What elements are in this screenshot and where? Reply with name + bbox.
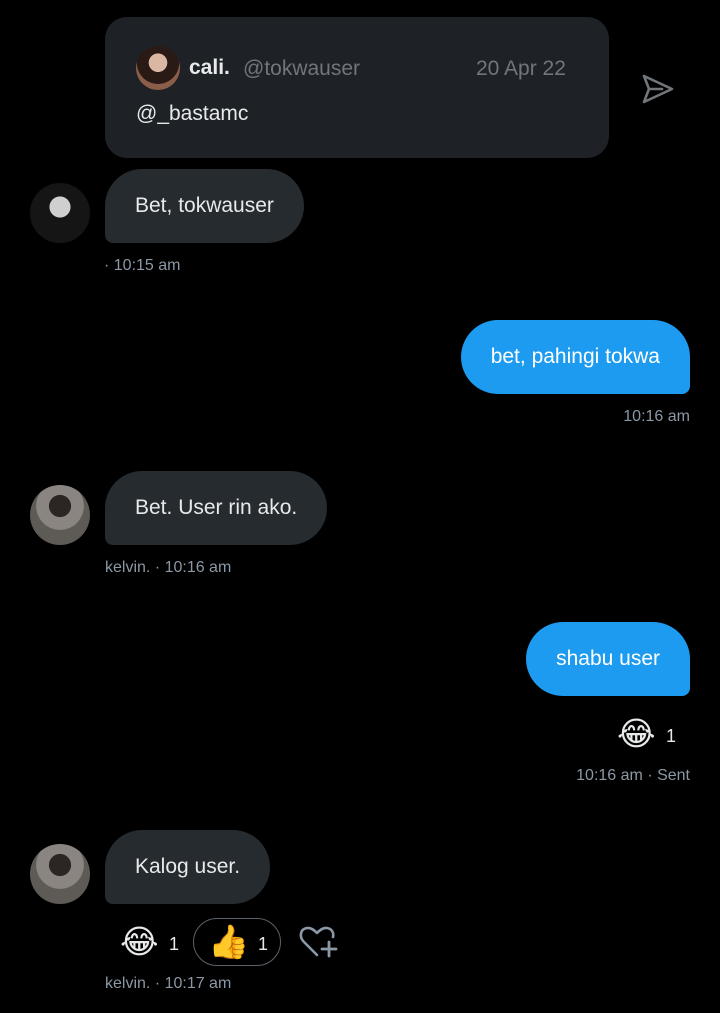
avatar[interactable] bbox=[30, 485, 90, 545]
quoted-author-handle: @tokwauser bbox=[243, 57, 361, 80]
quoted-author-avatar bbox=[136, 46, 180, 90]
incoming-message-bubble[interactable]: Kalog user. bbox=[105, 830, 271, 904]
outgoing-message-bubble[interactable]: bet, pahingi tokwa bbox=[460, 320, 690, 394]
incoming-message-bubble[interactable]: Bet, tokwauser bbox=[105, 169, 304, 243]
message-sender-timestamp: kelvin. · 10:16 am bbox=[105, 559, 232, 576]
message-timestamp-status: 10:16 am · Sent bbox=[576, 767, 690, 784]
quoted-author-name: cali. bbox=[189, 56, 230, 79]
reaction-count: 1 bbox=[169, 934, 180, 954]
message-sender-timestamp: kelvin. · 10:17 am bbox=[105, 975, 232, 992]
avatar[interactable] bbox=[30, 183, 90, 243]
heart-plus-icon[interactable] bbox=[298, 922, 340, 962]
laughing-emoji-icon[interactable]: 😂 bbox=[617, 714, 656, 754]
quoted-tweet-date: 20 Apr 22 bbox=[476, 57, 566, 80]
reaction-count: 1 bbox=[258, 934, 269, 954]
message-timestamp: 10:16 am bbox=[623, 408, 690, 425]
message-timestamp: · 10:15 am bbox=[104, 257, 181, 274]
thumbs-up-emoji-icon[interactable]: 👍 bbox=[208, 922, 249, 962]
quoted-tweet-text: @_bastamc bbox=[136, 102, 249, 125]
laughing-emoji-icon[interactable]: 😂 bbox=[120, 922, 159, 962]
incoming-message-bubble[interactable]: Bet. User rin ako. bbox=[105, 471, 328, 545]
avatar[interactable] bbox=[30, 844, 90, 904]
outgoing-message-bubble[interactable]: shabu user bbox=[526, 622, 690, 696]
quoted-tweet-card[interactable] bbox=[105, 17, 609, 158]
send-icon[interactable] bbox=[638, 70, 676, 108]
reaction-count: 1 bbox=[666, 726, 677, 746]
